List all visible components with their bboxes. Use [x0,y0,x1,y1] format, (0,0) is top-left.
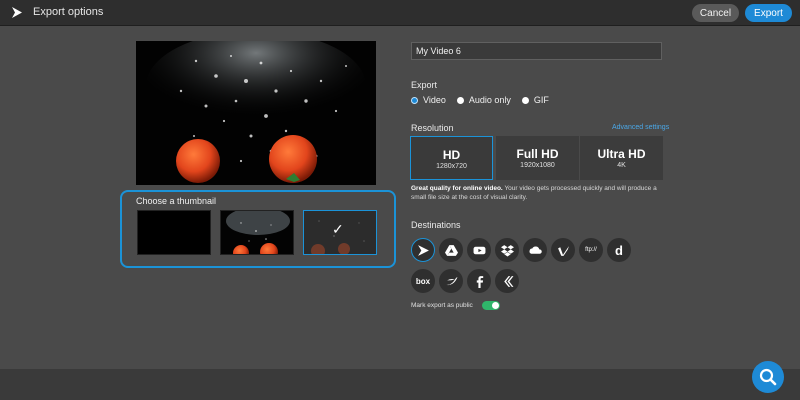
public-toggle-row: Mark export as public [411,301,500,310]
radio-icon[interactable] [521,96,529,104]
radio-icon[interactable] [456,96,464,104]
resolution-fullhd-card[interactable]: Full HD 1920x1080 [496,136,579,180]
radio-selected-icon[interactable] [411,96,418,104]
dailymotion-icon[interactable]: d [607,238,631,262]
resolution-label: Resolution [411,123,454,133]
bottom-bar [0,369,800,400]
public-label: Mark export as public [411,302,473,309]
youtube-icon[interactable] [467,238,491,262]
ftp-icon[interactable]: ftp:// [579,238,603,262]
resolution-hd-card[interactable]: HD 1280x720 [410,136,493,180]
video-name-input[interactable] [411,42,662,60]
vimeo-icon[interactable] [551,238,575,262]
thumbnail-option-1[interactable] [137,210,211,255]
page-title: Export options [33,6,104,18]
preview-image [136,41,376,185]
onedrive-icon[interactable] [523,238,547,262]
export-option-video[interactable]: Video [411,95,446,105]
export-option-gif[interactable]: GIF [521,95,549,105]
dropbox-icon[interactable] [495,238,519,262]
box-icon[interactable]: box [411,269,435,293]
resolution-ultrahd-card[interactable]: Ultra HD 4K [580,136,663,180]
twitter-icon[interactable] [439,269,463,293]
advanced-settings-link[interactable]: Advanced settings [612,124,669,131]
thumbnail-title: Choose a thumbnail [136,196,217,206]
google-drive-icon[interactable] [439,238,463,262]
export-label: Export [411,80,438,90]
thumbnail-chooser: Choose a thumbnail ✓ [120,190,396,268]
public-toggle[interactable] [481,301,500,310]
resolution-description: Great quality for online video. Your vid… [411,185,657,201]
facebook-icon[interactable] [467,269,491,293]
wevideo-logo-icon [12,7,22,18]
search-icon [759,368,777,386]
export-option-audio[interactable]: Audio only [456,95,511,105]
thumbnail-image [221,211,293,254]
schoology-icon[interactable] [495,269,519,293]
export-type-group: Video Audio only GIF [411,94,560,106]
video-preview [136,41,376,185]
thumbnail-option-3[interactable]: ✓ [303,210,377,255]
destinations-label: Destinations [411,220,461,230]
cancel-button[interactable]: Cancel [692,4,739,22]
wevideo-icon[interactable] [411,238,435,262]
export-button[interactable]: Export [745,4,792,22]
thumbnail-option-2[interactable] [220,210,294,255]
check-icon: ✓ [332,221,344,237]
top-bar: Export options Cancel Export [0,0,800,26]
help-search-button[interactable] [752,361,784,393]
